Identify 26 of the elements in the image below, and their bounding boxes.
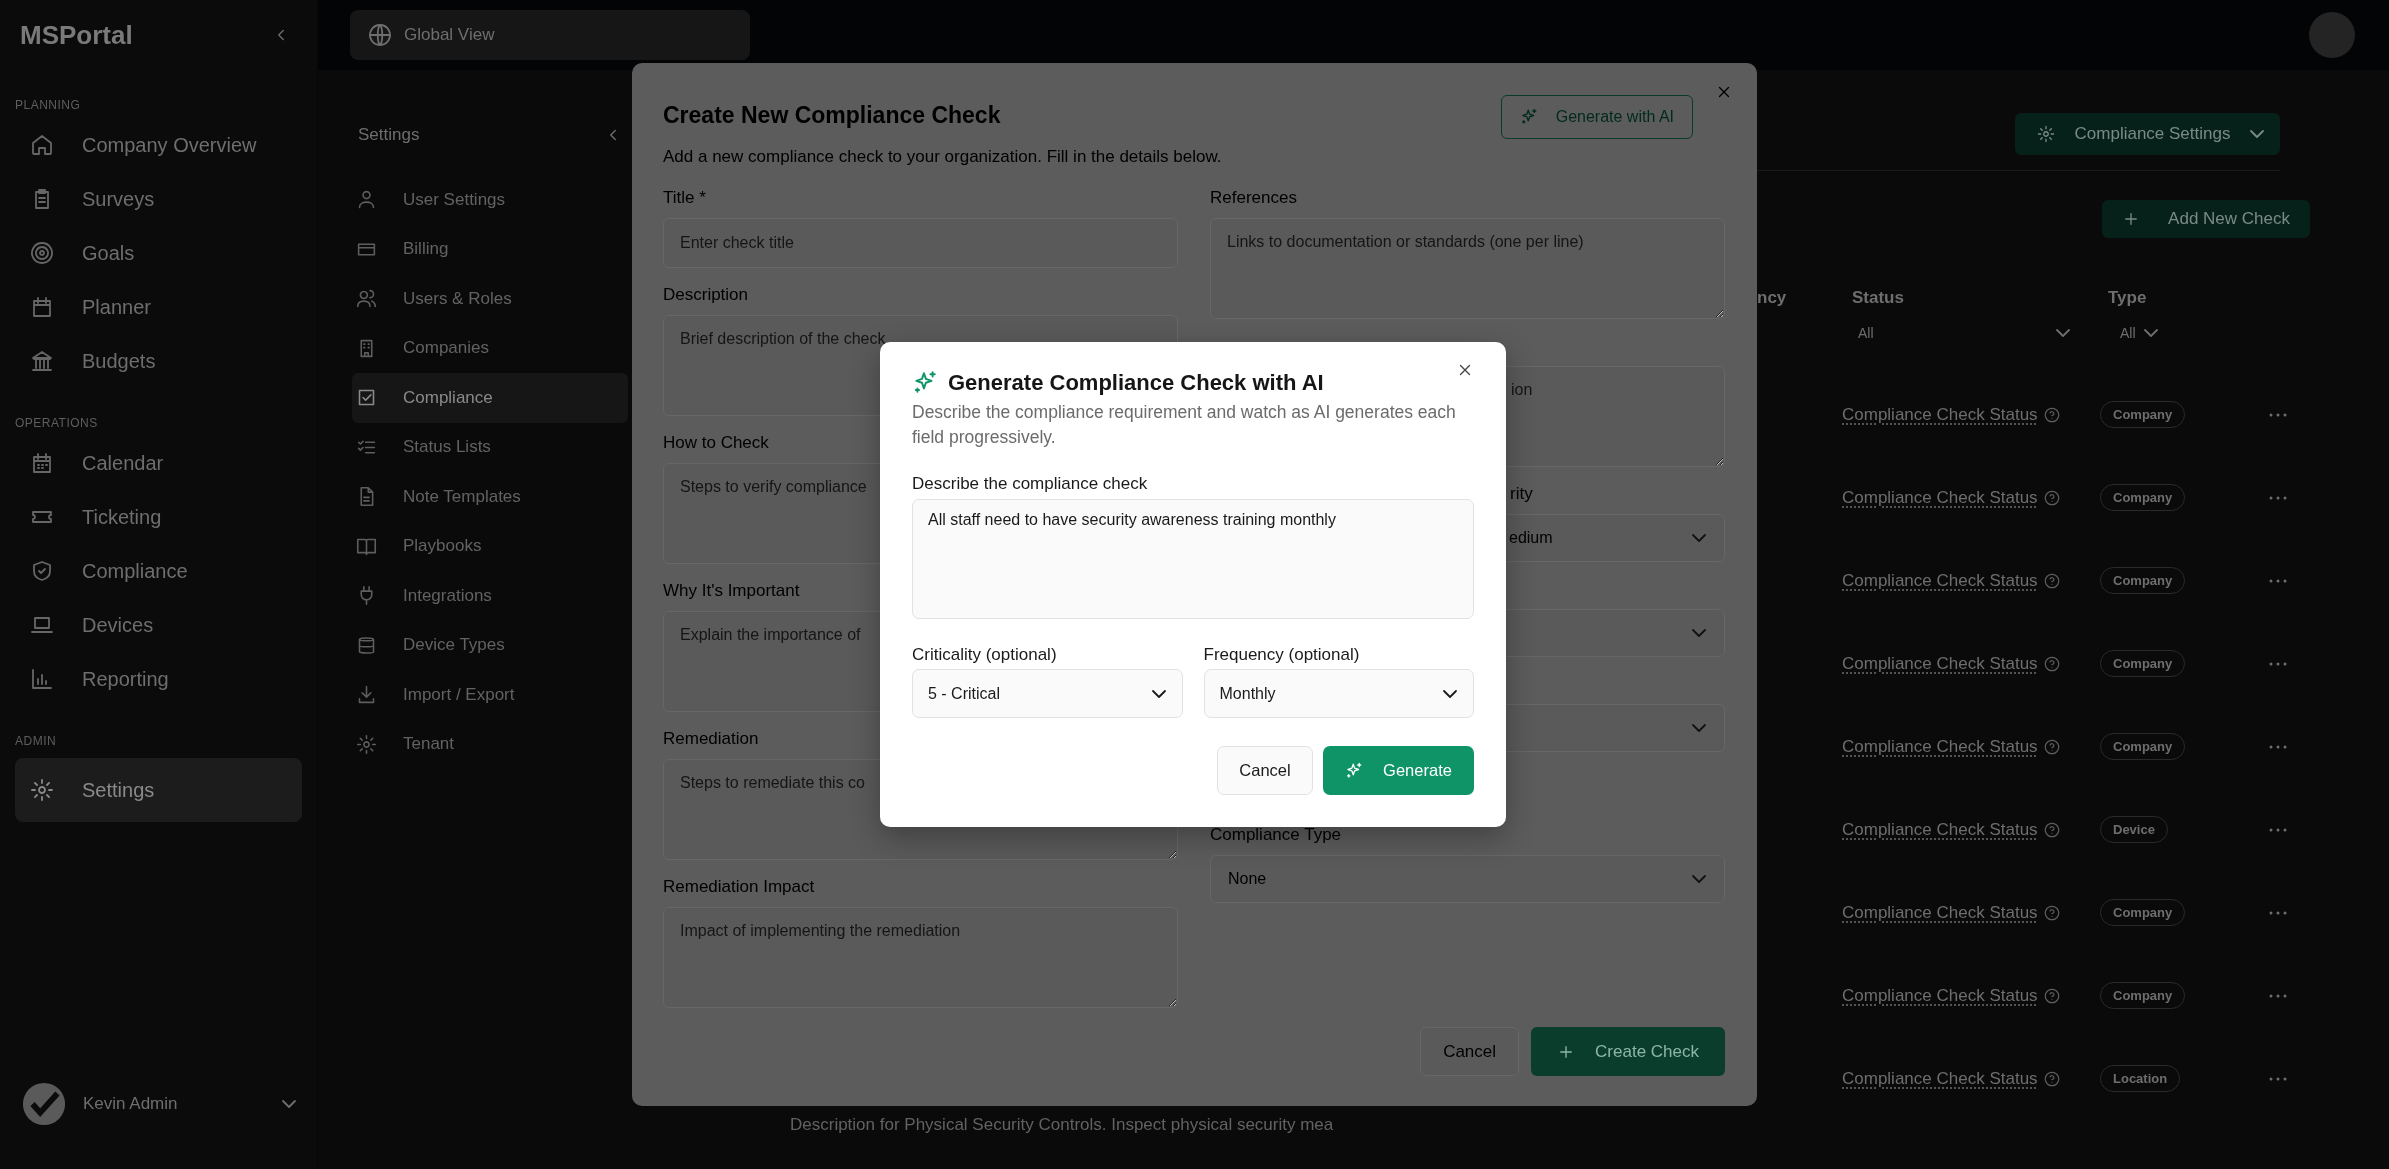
settings-title: Settings: [358, 125, 420, 145]
dialog-subtitle: Add a new compliance check to your organization. Fill in the details below.: [663, 147, 1222, 167]
field-label: References: [1210, 187, 1297, 209]
column-header: ncy: [1757, 287, 1788, 308]
field-label: rity: [1509, 483, 1533, 505]
field-label: Title *: [663, 187, 706, 209]
field-label: Remediation: [663, 728, 759, 750]
dialog-title: Generate Compliance Check with AI: [948, 370, 1324, 396]
user-name: Kevin Admin: [83, 1094, 179, 1114]
field-label: Compliance Type: [1210, 824, 1342, 846]
column-header: Status: [1851, 287, 1905, 308]
field-label: Frequency (optional): [1203, 645, 1360, 665]
section-label: PLANNING: [15, 98, 81, 112]
field-label: Criticality (optional): [912, 645, 1057, 665]
field-label: Describe the compliance check: [912, 474, 1148, 494]
section-label: OPERATIONS: [15, 416, 98, 430]
field-label: Why It's Important: [663, 580, 800, 602]
dialog-subtitle: Describe the compliance requirement and watch as AI generates each field progressively.: [912, 401, 1457, 449]
dialog-title: Create New Compliance Check: [663, 101, 1001, 130]
section-label: ADMIN: [15, 734, 57, 748]
check-description: Description for Physical Security Controls. Inspect physical security mea: [790, 1115, 1335, 1135]
field-label: Description: [663, 284, 749, 306]
field-label: How to Check: [663, 432, 769, 454]
column-header: Type: [2107, 287, 2148, 308]
app-logo: MSPortal: [20, 19, 133, 51]
field-label: Remediation Impact: [663, 876, 815, 898]
